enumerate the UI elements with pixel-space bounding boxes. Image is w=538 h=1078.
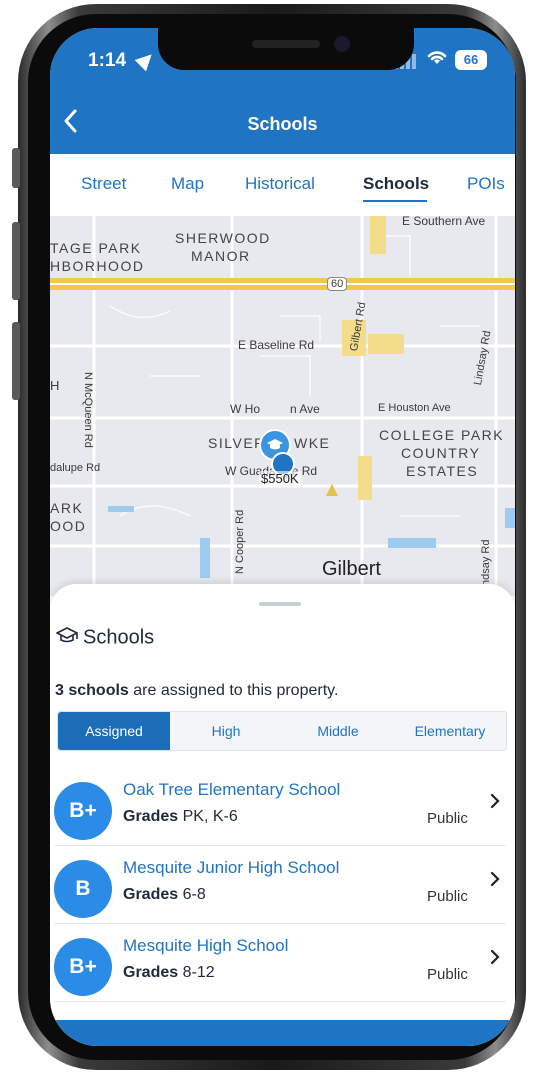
grade-badge: B+ [54,938,112,996]
school-type: Public [427,888,468,905]
screen: 1:14 66 Schools Street Map Historical Sc… [50,28,515,1046]
map-label-silverhawke-end: WKE [294,435,331,451]
page-title: Schools [247,114,318,134]
school-grades: Grades 8-12 [123,964,215,982]
speaker-grille [252,40,320,48]
location-arrow-icon [134,48,158,72]
school-name[interactable]: Mesquite Junior High School [123,858,339,878]
tab-bar: Street Map Historical Schools POIs [50,154,515,217]
map-label-lindsay-rd-south: ndsay Rd [480,539,492,586]
tab-map[interactable]: Map [171,174,204,194]
map-label-country: COUNTRY [401,445,481,461]
filter-elementary[interactable]: Elementary [394,712,506,750]
assigned-summary: 3 schools are assigned to this property. [55,682,338,700]
map-label-guadalupe-rd: dalupe Rd [50,462,101,474]
grade-badge: B [54,860,112,918]
grades-value: 6-8 [182,886,206,903]
grades-value: PK, K-6 [182,808,238,825]
map-label-ood: OOD [50,518,87,534]
row-divider [54,1001,506,1002]
school-row[interactable]: B+ Oak Tree Elementary School Grades PK,… [50,768,510,846]
notch [158,28,414,70]
map-label-n-cooper-rd: N Cooper Rd [234,509,246,574]
map-label-ark: ARK [50,500,84,516]
schools-bottom-sheet: Schools 3 schools are assigned to this p… [50,584,515,1046]
map-label-gilbert: Gilbert [322,558,381,580]
school-row[interactable]: B+ Mesquite High School Grades 8-12 Publ… [50,924,510,1002]
grades-label: Grades [123,808,179,825]
map-label-w-houston: W Ho [230,402,260,416]
grades-label: Grades [123,964,179,981]
school-type: Public [427,966,468,983]
property-price-label: $550K [259,471,301,486]
grade-badge: B+ [54,782,112,840]
route-60-shield: 60 [327,277,348,291]
tab-schools[interactable]: Schools [363,174,429,194]
sheet-drag-handle[interactable] [259,602,301,606]
chevron-right-icon [490,948,500,971]
grades-value: 8-12 [182,964,215,981]
filter-assigned[interactable]: Assigned [58,712,170,750]
map-label-college-park: COLLEGE PARK [379,427,505,443]
status-time: 1:14 [88,50,127,71]
map-label-estates: ESTATES [406,463,479,479]
tab-historical[interactable]: Historical [245,174,315,194]
map-view[interactable]: E Southern Ave TAGE PARK HBORHOOD SHERWO… [50,216,515,596]
map-label-sherwood: SHERWOOD [175,230,271,246]
summary-text: are assigned to this property. [128,682,339,699]
school-grades: Grades 6-8 [123,886,206,904]
graduation-cap-icon [55,626,83,650]
phone-volume-up [12,222,20,300]
sheet-title: Schools [55,626,154,650]
map-label-e-southern-ave: E Southern Ave [402,216,486,228]
front-camera [334,36,350,52]
map-label-e-baseline-rd: E Baseline Rd [238,338,315,352]
phone-mute-switch [12,148,20,188]
map-label-w-houston-ave: n Ave [290,402,320,416]
school-name[interactable]: Mesquite High School [123,936,288,956]
school-row[interactable]: B Mesquite Junior High School Grades 6-8… [50,846,510,924]
filter-high[interactable]: High [170,712,282,750]
battery-icon: 66 [455,50,487,70]
school-type: Public [427,810,468,827]
school-filter-control: Assigned High Middle Elementary [57,711,507,751]
tab-pois[interactable]: POIs [467,174,505,194]
school-name[interactable]: Oak Tree Elementary School [123,780,340,800]
active-tab-indicator [363,200,427,202]
map-label-tage-park: TAGE PARK [50,240,142,256]
map-label-n-mcqueen-rd: N McQueen Rd [82,372,94,448]
map-label-hborhood: HBORHOOD [50,258,145,274]
graduation-cap-icon [267,439,283,450]
wifi-icon [426,48,448,72]
grades-label: Grades [123,886,179,903]
summary-count: 3 schools [55,682,129,699]
chevron-right-icon [490,870,500,893]
map-label-h: H [50,378,60,393]
map-label-manor: MANOR [191,248,251,264]
navigation-bar: Schools [50,100,515,154]
map-label-e-houston-ave: E Houston Ave [378,402,451,414]
tab-street[interactable]: Street [81,174,126,194]
bottom-bar [50,1020,515,1046]
sheet-title-text: Schools [83,626,155,649]
phone-volume-down [12,322,20,400]
filter-middle[interactable]: Middle [282,712,394,750]
chevron-right-icon [490,792,500,815]
school-grades: Grades PK, K-6 [123,808,238,826]
